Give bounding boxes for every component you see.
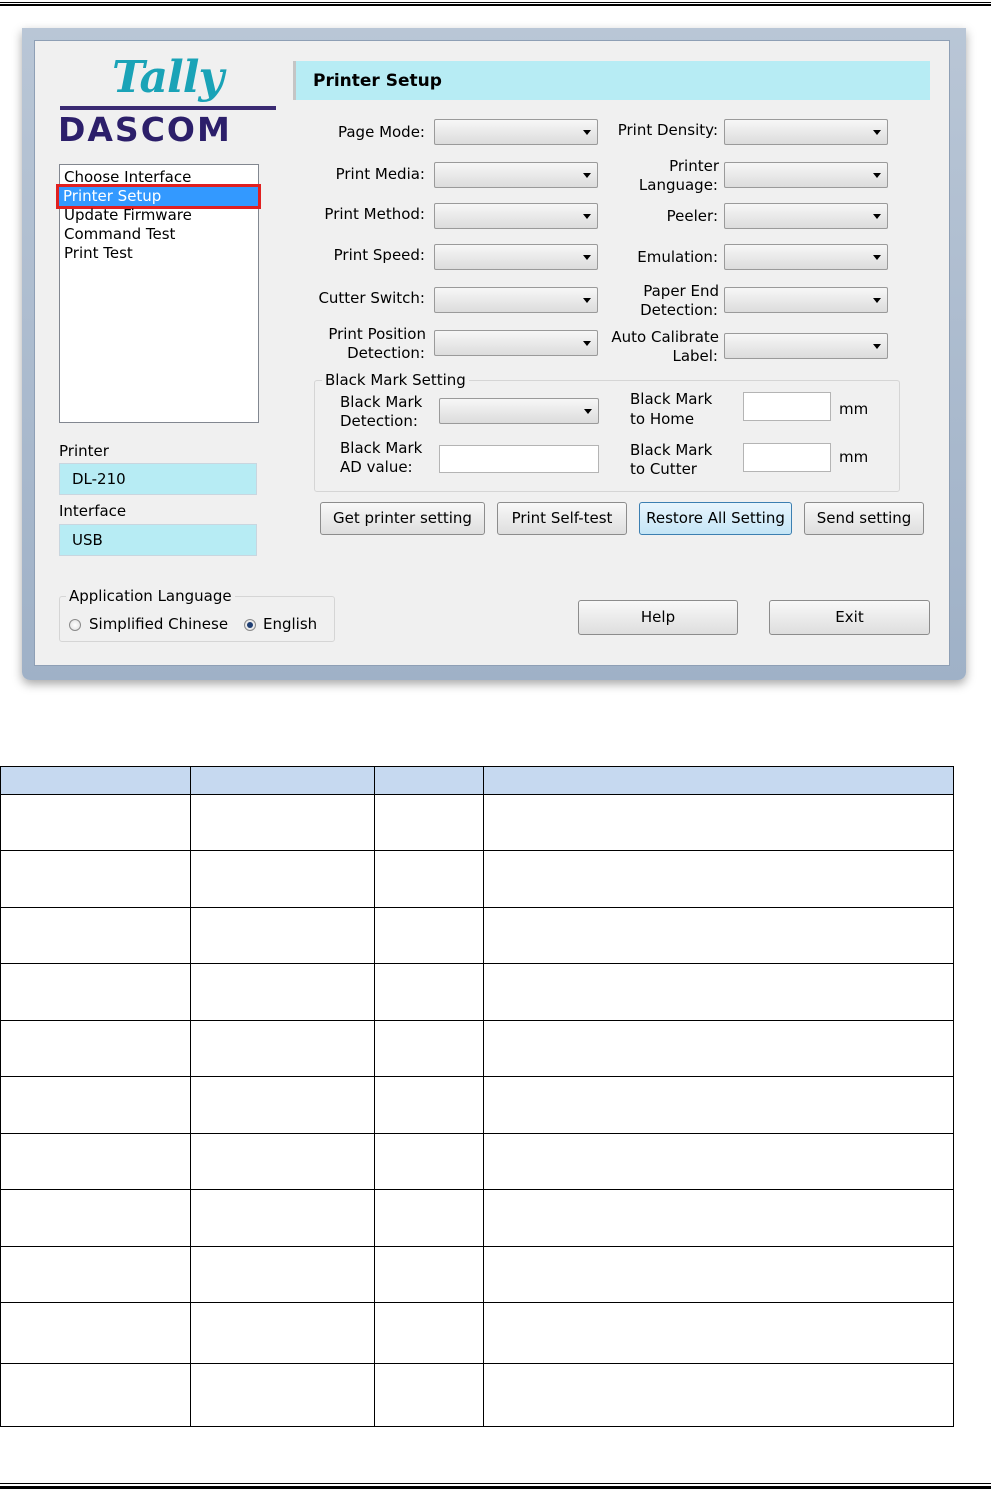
table-row [0, 1133, 954, 1190]
page-mode-label: Page Mode: [337, 123, 425, 141]
print-position-label-2: Detection: [347, 344, 425, 362]
nav-item-printer-setup[interactable]: Printer Setup [56, 184, 261, 209]
print-method-dropdown[interactable] [434, 203, 598, 229]
bm-cutter-label-1: Black Mark [630, 441, 713, 459]
chevron-down-icon [583, 214, 591, 219]
chevron-down-icon [873, 344, 881, 349]
table-row [0, 963, 954, 1021]
paper-end-label-1: Paper End [643, 282, 719, 300]
chevron-down-icon [584, 409, 592, 414]
settings-table [0, 766, 954, 1427]
bottom-rule [0, 1483, 991, 1489]
paper-end-dropdown[interactable] [724, 287, 888, 313]
bm-detection-label-2: Detection: [340, 412, 418, 430]
chevron-down-icon [583, 173, 591, 178]
simplified-chinese-radio[interactable] [69, 619, 81, 631]
table-row [0, 907, 954, 964]
nav-item-choose-interface[interactable]: Choose Interface [63, 168, 256, 187]
table-row [0, 1076, 954, 1134]
nav-item-print-test[interactable]: Print Test [63, 244, 256, 263]
printer-language-label-1: Printer [669, 157, 719, 175]
print-position-label-1: Print Position [328, 325, 426, 343]
chevron-down-icon [583, 130, 591, 135]
auto-calibrate-label-1: Auto Calibrate [611, 328, 719, 346]
chevron-down-icon [583, 255, 591, 260]
bm-home-label-1: Black Mark [630, 390, 713, 408]
language-group-title: Application Language [66, 587, 235, 605]
chevron-down-icon [873, 173, 881, 178]
table-row [0, 1363, 954, 1427]
print-method-label: Print Method: [324, 205, 425, 223]
chevron-down-icon [583, 298, 591, 303]
chevron-down-icon [873, 214, 881, 219]
printer-language-dropdown[interactable] [724, 162, 888, 188]
bm-home-label-2: to Home [630, 410, 695, 428]
bm-ad-value-input[interactable] [439, 445, 599, 473]
bm-detection-label-1: Black Mark [340, 393, 423, 411]
nav-item-update-firmware[interactable]: Update Firmware [63, 206, 256, 225]
interface-value: USB [59, 524, 257, 556]
restore-all-setting-button[interactable]: Restore All Setting [639, 502, 792, 535]
table-row [0, 1246, 954, 1303]
auto-calibrate-label-2: Label: [672, 347, 718, 365]
emulation-label: Emulation: [637, 248, 718, 266]
tally-logo: Tally [112, 52, 224, 103]
printer-value: DL-210 [59, 463, 257, 495]
table-row [0, 850, 954, 908]
print-speed-dropdown[interactable] [434, 244, 598, 270]
bm-ad-label-1: Black Mark [340, 439, 423, 457]
simplified-chinese-label[interactable]: Simplified Chinese [89, 615, 228, 633]
print-self-test-button[interactable]: Print Self-test [497, 502, 627, 535]
table-row [0, 1189, 954, 1247]
cutter-switch-dropdown[interactable] [434, 287, 598, 313]
table-row [0, 794, 954, 851]
send-setting-button[interactable]: Send setting [804, 502, 924, 535]
bm-detection-dropdown[interactable] [439, 398, 599, 424]
bm-home-input[interactable] [743, 392, 831, 421]
bm-home-unit: mm [839, 400, 869, 418]
black-mark-group-title: Black Mark Setting [322, 371, 469, 389]
peeler-dropdown[interactable] [724, 203, 888, 229]
chevron-down-icon [873, 298, 881, 303]
bm-ad-label-2: AD value: [340, 458, 413, 476]
printer-label: Printer [59, 442, 109, 460]
print-speed-label: Print Speed: [333, 246, 425, 264]
cutter-switch-label: Cutter Switch: [318, 289, 425, 307]
print-position-dropdown[interactable] [434, 330, 598, 356]
printer-language-label-2: Language: [638, 176, 718, 194]
table-row [0, 1302, 954, 1364]
table-row [0, 1020, 954, 1077]
nav-item-command-test[interactable]: Command Test [63, 225, 256, 244]
print-media-label: Print Media: [335, 165, 425, 183]
english-radio[interactable] [244, 619, 256, 631]
page-title: Printer Setup [293, 61, 930, 100]
english-label[interactable]: English [263, 615, 317, 633]
auto-calibrate-dropdown[interactable] [724, 333, 888, 359]
print-density-label: Print Density: [617, 121, 718, 139]
paper-end-label-2: Detection: [640, 301, 718, 319]
page-mode-dropdown[interactable] [434, 119, 598, 145]
emulation-dropdown[interactable] [724, 244, 888, 270]
top-rule [0, 2, 991, 6]
table-header-row [0, 766, 954, 795]
function-list[interactable]: Choose Interface Printer Setup Update Fi… [56, 164, 261, 423]
exit-button[interactable]: Exit [769, 600, 930, 635]
print-media-dropdown[interactable] [434, 162, 598, 188]
help-button[interactable]: Help [578, 600, 738, 635]
peeler-label: Peeler: [666, 207, 718, 225]
interface-label: Interface [59, 502, 127, 520]
dascom-logo: DASCOM [58, 110, 232, 149]
chevron-down-icon [873, 130, 881, 135]
bm-cutter-label-2: to Cutter [630, 460, 697, 478]
bm-cutter-unit: mm [839, 448, 869, 466]
chevron-down-icon [873, 255, 881, 260]
get-printer-setting-button[interactable]: Get printer setting [320, 502, 485, 535]
bm-cutter-input[interactable] [743, 443, 831, 472]
print-density-dropdown[interactable] [724, 119, 888, 145]
chevron-down-icon [583, 341, 591, 346]
